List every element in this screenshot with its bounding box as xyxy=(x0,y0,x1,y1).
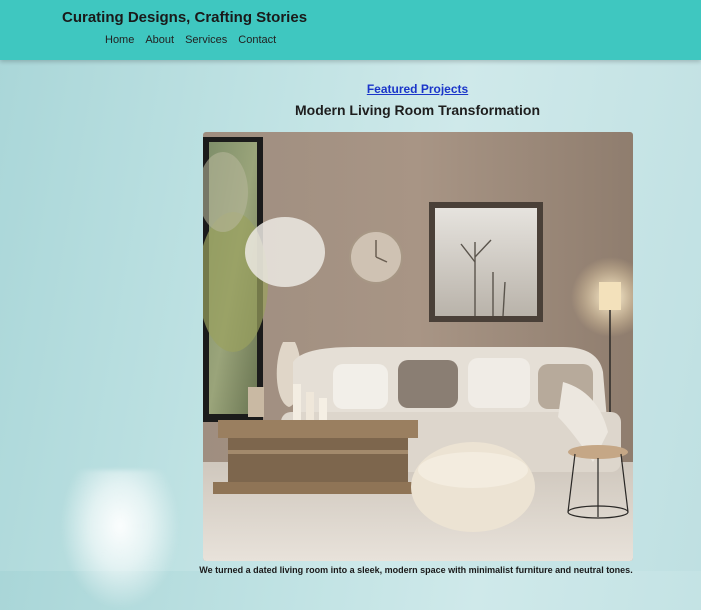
site-header: Curating Designs, Crafting Stories Home … xyxy=(0,0,701,60)
nav-services[interactable]: Services xyxy=(185,34,227,46)
living-room-photo xyxy=(203,132,633,561)
nav-contact[interactable]: Contact xyxy=(238,34,276,46)
nav-about[interactable]: About xyxy=(145,34,174,46)
project-caption: We turned a dated living room into a sle… xyxy=(199,565,633,575)
site-title: Curating Designs, Crafting Stories xyxy=(62,9,308,26)
nav-home[interactable]: Home xyxy=(105,34,134,46)
featured-projects-link[interactable]: Featured Projects xyxy=(0,82,701,96)
background-glow xyxy=(60,470,180,610)
main-nav: Home About Services Contact xyxy=(105,34,276,46)
project-title: Modern Living Room Transformation xyxy=(294,102,540,118)
